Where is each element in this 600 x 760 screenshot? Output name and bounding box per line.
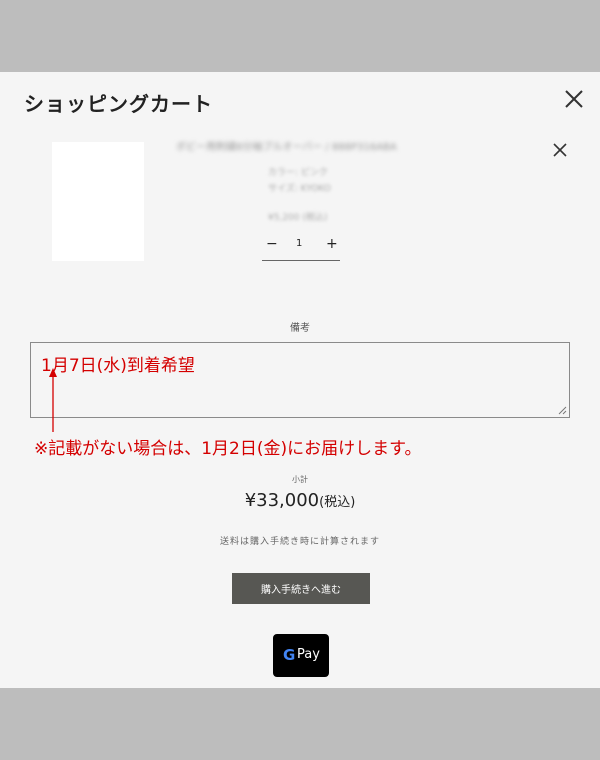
note-textarea[interactable]: 1月7日(水)到着希望 <box>30 342 570 418</box>
quantity-value[interactable]: 1 <box>296 238 302 249</box>
google-pay-button[interactable]: G Pay <box>273 634 329 677</box>
quantity-stepper: − 1 + <box>262 234 340 261</box>
subtotal-value: ¥33,000 <box>244 490 320 511</box>
quantity-minus-button[interactable]: − <box>266 236 278 252</box>
close-icon[interactable] <box>563 88 585 110</box>
product-option-size: サイズ: KYOKO <box>268 184 331 194</box>
cart-drawer: ショッピングカート ボビー用刺繍8分袖プルオーバー / 888P316ABA カ… <box>0 72 600 688</box>
delivery-annotation: ※記載がない場合は、1月2日(金)にお届けします。 <box>34 439 422 459</box>
subtotal-amount: ¥33,000(税込) <box>0 490 600 511</box>
product-thumbnail[interactable] <box>52 142 144 261</box>
product-price: ¥5,200 (税込) <box>268 213 328 223</box>
note-value: 1月7日(水)到着希望 <box>41 356 195 376</box>
note-label: 備考 <box>290 323 310 334</box>
product-name[interactable]: ボビー用刺繍8分袖プルオーバー / 888P316ABA <box>176 138 397 153</box>
subtotal-label: 小計 <box>292 475 308 484</box>
remove-item-icon[interactable] <box>553 143 567 157</box>
cart-title: ショッピングカート <box>24 92 213 116</box>
google-g-icon: G <box>283 646 296 664</box>
shipping-note: 送料は購入手続き時に計算されます <box>219 537 380 547</box>
annotation-arrow-icon <box>49 368 57 432</box>
gpay-label: Pay <box>297 647 320 662</box>
subtotal-tax: (税込) <box>319 495 356 510</box>
product-option-color: カラー: ピンク <box>268 168 328 178</box>
quantity-plus-button[interactable]: + <box>326 236 338 252</box>
resize-handle-icon[interactable] <box>558 406 567 415</box>
checkout-button[interactable]: 購入手続きへ進む <box>232 573 370 604</box>
